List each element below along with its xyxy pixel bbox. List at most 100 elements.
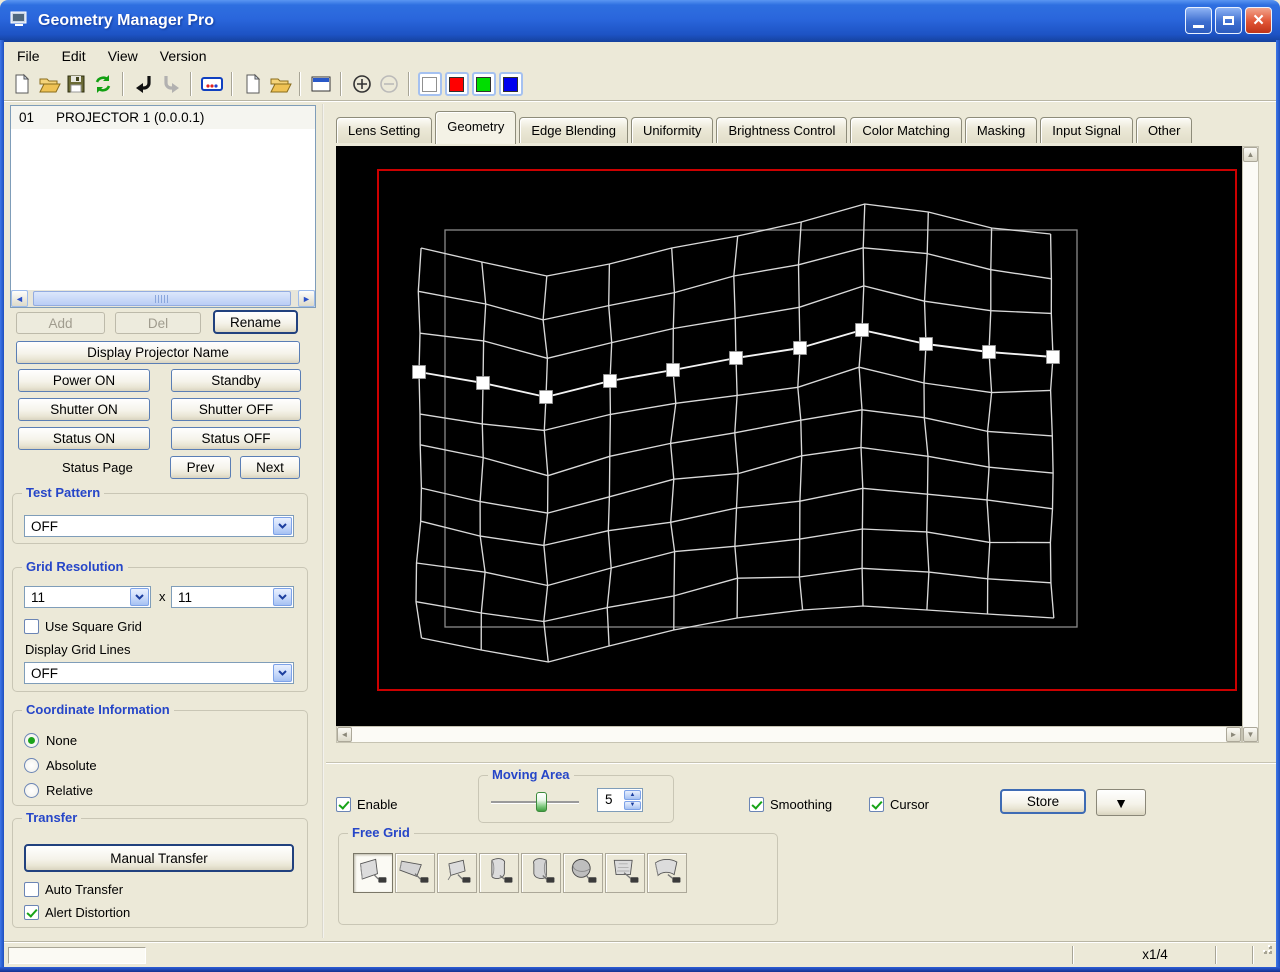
new-pattern-file-icon[interactable]: [239, 71, 266, 98]
free-grid-sphere-button[interactable]: [563, 853, 603, 893]
white-swatch-button[interactable]: [416, 71, 443, 98]
enable-checkbox[interactable]: Enable: [336, 797, 397, 812]
tab-strip: Lens Setting Geometry Edge Blending Uniform…: [336, 110, 1195, 144]
smoothing-checkbox[interactable]: Smoothing: [749, 797, 832, 812]
menu-bar: File Edit View Version: [6, 44, 217, 68]
menu-item-file[interactable]: File: [6, 46, 51, 66]
grid-rows-select[interactable]: 11: [171, 586, 294, 608]
tab-geometry[interactable]: Geometry: [435, 111, 517, 144]
cylinder-concave-icon: [482, 856, 516, 891]
tab-edge-blending[interactable]: Edge Blending: [519, 117, 628, 144]
refresh-icon[interactable]: [89, 71, 116, 98]
cursor-checkbox[interactable]: Cursor: [869, 797, 929, 812]
display-grid-lines-select[interactable]: OFF: [24, 662, 294, 684]
title-bar: Geometry Manager Pro: [0, 0, 1280, 42]
coordinate-absolute-radio[interactable]: Absolute: [24, 758, 97, 773]
tab-input-signal[interactable]: Input Signal: [1040, 117, 1133, 144]
tab-other[interactable]: Other: [1135, 117, 1193, 144]
spinner-down-icon[interactable]: ▼: [624, 800, 641, 810]
moving-area-spinner[interactable]: 5 ▲ ▼: [597, 788, 643, 812]
display-grid-lines-label: Display Grid Lines: [25, 642, 131, 657]
spinner-up-icon[interactable]: ▲: [624, 790, 641, 800]
chevron-down-icon[interactable]: [273, 517, 292, 535]
auto-transfer-checkbox[interactable]: Auto Transfer: [24, 882, 123, 897]
power-on-button[interactable]: Power ON: [18, 369, 150, 392]
use-square-grid-checkbox[interactable]: Use Square Grid: [24, 619, 142, 634]
manual-transfer-button[interactable]: Manual Transfer: [24, 844, 294, 872]
free-grid-screen-tilt-left-button[interactable]: [353, 853, 393, 893]
alert-distortion-checkbox[interactable]: Alert Distortion: [24, 905, 130, 920]
moving-area-slider[interactable]: [491, 792, 579, 812]
tab-brightness-control[interactable]: Brightness Control: [716, 117, 848, 144]
open-pattern-file-icon[interactable]: [266, 71, 293, 98]
chevron-down-icon[interactable]: [273, 664, 292, 682]
shutter-off-button[interactable]: Shutter OFF: [171, 398, 301, 421]
tab-uniformity[interactable]: Uniformity: [630, 117, 714, 144]
standby-button[interactable]: Standby: [171, 369, 301, 392]
coordinate-absolute-label: Absolute: [46, 758, 97, 773]
chevron-down-icon[interactable]: [273, 588, 292, 606]
remote-display-icon[interactable]: [198, 71, 225, 98]
display-projector-name-button[interactable]: Display Projector Name: [16, 341, 300, 364]
free-grid-cylinder-concave-button[interactable]: [479, 853, 519, 893]
test-pattern-select[interactable]: OFF: [24, 515, 294, 537]
free-grid-screen-tilt-right-button[interactable]: [395, 853, 435, 893]
save-icon[interactable]: [62, 71, 89, 98]
free-grid-cylinder-convex-button[interactable]: [521, 853, 561, 893]
status-off-button[interactable]: Status OFF: [171, 427, 301, 450]
coordinate-none-radio[interactable]: None: [24, 733, 77, 748]
panel-splitter[interactable]: [322, 104, 324, 938]
free-grid-label: Free Grid: [348, 825, 414, 840]
canvas-horizontal-scrollbar[interactable]: ◄ ►: [336, 726, 1242, 743]
maximize-button[interactable]: [1215, 7, 1242, 34]
window-layout-icon[interactable]: [307, 71, 334, 98]
scroll-right-icon[interactable]: ►: [298, 290, 315, 307]
grid-columns-select[interactable]: 11: [24, 586, 151, 608]
new-file-icon[interactable]: [8, 71, 35, 98]
window-border: [0, 40, 4, 972]
tab-masking[interactable]: Masking: [964, 117, 1038, 144]
canvas-vertical-scrollbar[interactable]: ▲ ▼: [1242, 146, 1259, 743]
status-on-button[interactable]: Status ON: [18, 427, 150, 450]
status-page-prev-button[interactable]: Prev: [170, 456, 231, 479]
slider-thumb[interactable]: [536, 792, 547, 812]
open-file-icon[interactable]: [35, 71, 62, 98]
projector-list[interactable]: 01 PROJECTOR 1 (0.0.0.1) ◄ ►: [10, 105, 316, 308]
scroll-up-icon[interactable]: ▲: [1243, 147, 1258, 162]
resize-grip[interactable]: [1260, 942, 1273, 960]
projector-list-scrollbar[interactable]: ◄ ►: [11, 290, 315, 307]
free-grid-screen-front-button[interactable]: [605, 853, 645, 893]
red-swatch-button[interactable]: [443, 71, 470, 98]
scroll-left-icon[interactable]: ◄: [337, 727, 352, 742]
menu-item-edit[interactable]: Edit: [51, 46, 97, 66]
close-button[interactable]: [1245, 7, 1272, 34]
tab-lens-setting[interactable]: Lens Setting: [336, 117, 433, 144]
green-swatch-button[interactable]: [470, 71, 497, 98]
chevron-down-icon[interactable]: [130, 588, 149, 606]
scroll-right-icon[interactable]: ►: [1226, 727, 1241, 742]
free-grid-screen-curved-button[interactable]: [647, 853, 687, 893]
menu-item-version[interactable]: Version: [149, 46, 218, 66]
free-grid-screen-lean-back-button[interactable]: [437, 853, 477, 893]
minimize-button[interactable]: [1185, 7, 1212, 34]
shutter-on-button[interactable]: Shutter ON: [18, 398, 150, 421]
scrollbar-thumb[interactable]: [33, 291, 291, 306]
blue-swatch-button[interactable]: [497, 71, 524, 98]
menu-item-view[interactable]: View: [97, 46, 149, 66]
store-options-button[interactable]: [1096, 789, 1146, 816]
rename-button[interactable]: Rename: [213, 310, 298, 334]
projector-list-item[interactable]: 01 PROJECTOR 1 (0.0.0.1): [11, 106, 315, 129]
coordinate-relative-radio[interactable]: Relative: [24, 783, 93, 798]
status-page-next-button[interactable]: Next: [240, 456, 300, 479]
store-button[interactable]: Store: [1000, 789, 1086, 814]
scroll-down-icon[interactable]: ▼: [1243, 727, 1258, 742]
zoom-in-icon[interactable]: [348, 71, 375, 98]
geometry-canvas[interactable]: [336, 146, 1242, 726]
checkbox-icon: [24, 882, 39, 897]
tab-color-matching[interactable]: Color Matching: [850, 117, 962, 144]
scroll-left-icon[interactable]: ◄: [11, 290, 28, 307]
moving-area-value: 5: [605, 792, 613, 807]
toolbar-separator: [408, 72, 410, 96]
coordinate-information-label: Coordinate Information: [22, 702, 174, 717]
undo-icon[interactable]: [130, 71, 157, 98]
